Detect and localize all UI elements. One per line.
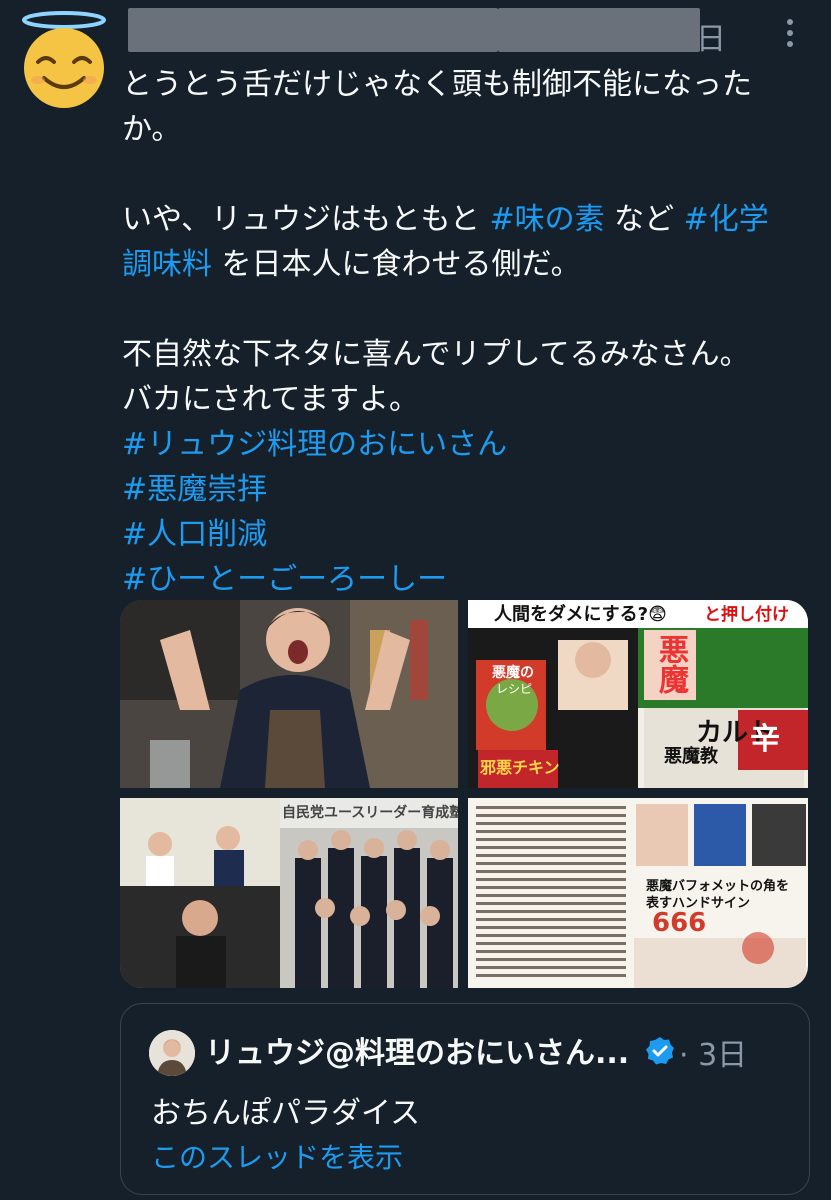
post-line-text: など xyxy=(604,202,684,237)
media-image-2[interactable]: 人間をダメにする?😨 と押し付け 悪魔 カルト 悪魔教 悪魔の 邪悪チキン レシ… xyxy=(468,600,808,788)
more-vertical-icon[interactable] xyxy=(780,14,800,54)
smiling-face-with-halo-icon[interactable] xyxy=(14,10,114,110)
media-2-word: 悪魔の xyxy=(492,665,534,681)
redacted-author-handle xyxy=(330,8,498,52)
media-3-banner: 自民党ユースリーダー育成塾 xyxy=(282,805,458,821)
media-4-numbers: 666 xyxy=(652,908,707,938)
quoted-date: · 3日 xyxy=(679,1038,748,1073)
post-line: か。 xyxy=(122,112,182,147)
redacted-author-handle-extra xyxy=(498,8,700,52)
media-2-word: 辛 xyxy=(750,722,780,757)
media-4-caption: 悪魔バフォメットの角を表すハンドサイン xyxy=(646,879,790,911)
hashtag-link[interactable]: #味の素 xyxy=(489,202,604,237)
post-text: とうとう舌だけじゃなく頭も制御不能になった か。 いや、リュウジはもともと #味… xyxy=(122,62,812,602)
hashtag-link[interactable]: #ひーとーごーろーしー xyxy=(122,557,812,602)
post-line: バカにされてますよ。 xyxy=(122,382,419,417)
post-line: 調味料 を日本人に食わせる側だ。 xyxy=(122,242,812,287)
verified-badge-icon xyxy=(645,1036,675,1066)
post-line: 不自然な下ネタに喜んでリプしてるみなさん。 xyxy=(122,337,750,372)
media-image-1[interactable] xyxy=(120,600,458,788)
media-2-title: 人間をダメにする?😨 xyxy=(494,604,667,625)
quoted-tweet[interactable]: リュウジ@料理のおにいさん... · 3日 おちんぽパラダイス このスレッドを表… xyxy=(120,1003,810,1195)
media-image-4[interactable]: 悪魔バフォメットの角を表すハンドサイン 666 xyxy=(468,798,808,988)
quoted-author-name[interactable]: リュウジ@料理のおにいさん... xyxy=(205,1028,629,1072)
show-thread-link[interactable]: このスレッドを表示 xyxy=(151,1136,403,1176)
quoted-text: おちんぽパラダイス xyxy=(151,1096,421,1131)
quoted-author-avatar[interactable] xyxy=(149,1030,195,1076)
media-2-tag: と押し付け xyxy=(704,605,789,625)
hashtag-link[interactable]: #悪魔崇拝 xyxy=(122,467,812,512)
post-date: 日 xyxy=(696,22,726,57)
media-grid: 人間をダメにする?😨 と押し付け 悪魔 カルト 悪魔教 悪魔の 邪悪チキン レシ… xyxy=(120,600,808,988)
hashtag-link-continued[interactable]: 調味料 xyxy=(122,247,212,282)
media-2-word: レシピ xyxy=(496,682,533,696)
hashtag-link[interactable]: #人口削減 xyxy=(122,512,812,557)
post-line xyxy=(122,287,812,332)
media-2-word: 邪悪チキン xyxy=(480,758,560,777)
post-line xyxy=(122,152,812,197)
redacted-author-name xyxy=(128,8,332,52)
hashtag-link[interactable]: #リュウジ料理のおにいさん xyxy=(122,422,812,467)
post-line: いや、リュウジはもともと #味の素 など #化学 xyxy=(122,197,812,242)
post-line-text: を日本人に食わせる側だ。 xyxy=(212,247,581,282)
post-line-text: いや、リュウジはもともと xyxy=(122,202,480,237)
hashtag-link[interactable]: #化学 xyxy=(684,202,769,237)
media-2-word: 悪魔教 xyxy=(664,746,718,767)
media-image-3[interactable]: 自民党ユースリーダー育成塾 xyxy=(120,798,458,988)
post-line: とうとう舌だけじゃなく頭も制御不能になった xyxy=(122,67,752,102)
media-2-word: 悪魔 xyxy=(653,634,688,694)
